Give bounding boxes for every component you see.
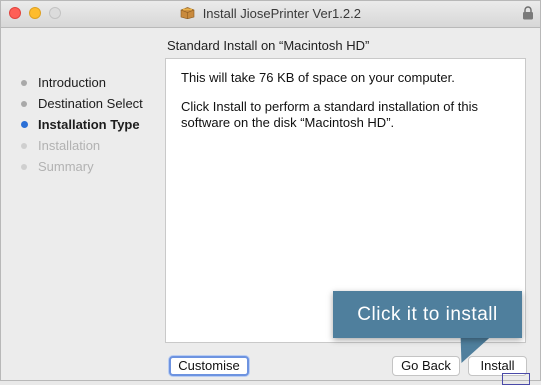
step-label: Installation bbox=[38, 138, 101, 153]
step-dot bbox=[21, 80, 27, 86]
install-subtitle: Standard Install on “Macintosh HD” bbox=[167, 38, 370, 53]
step-dot bbox=[21, 143, 27, 149]
package-box-icon bbox=[180, 7, 195, 19]
step-label: Summary bbox=[38, 159, 94, 174]
click-target-marker bbox=[502, 373, 530, 385]
install-tooltip-callout: Click it to install bbox=[333, 291, 522, 338]
step-dot bbox=[21, 101, 27, 107]
window-title: Install JiosePrinter Ver1.2.2 bbox=[1, 6, 540, 21]
lock-icon bbox=[523, 6, 533, 20]
step-label: Installation Type bbox=[38, 117, 140, 132]
install-instructions-text: Click Install to perform a standard inst… bbox=[181, 99, 478, 130]
customise-button[interactable]: Customise bbox=[169, 356, 249, 376]
step-dot-current bbox=[21, 121, 28, 128]
step-dot bbox=[21, 164, 27, 170]
step-label: Destination Select bbox=[38, 96, 143, 111]
installer-window: Install JiosePrinter Ver1.2.2 Standard I… bbox=[0, 0, 541, 385]
window-title-text: Install JiosePrinter Ver1.2.2 bbox=[202, 6, 361, 21]
tooltip-text: Click it to install bbox=[357, 303, 498, 325]
space-required-text: This will take 76 KB of space on your co… bbox=[181, 70, 455, 85]
step-label: Introduction bbox=[38, 75, 106, 90]
title-bar[interactable]: Install JiosePrinter Ver1.2.2 bbox=[1, 1, 540, 28]
go-back-button[interactable]: Go Back bbox=[392, 356, 460, 376]
